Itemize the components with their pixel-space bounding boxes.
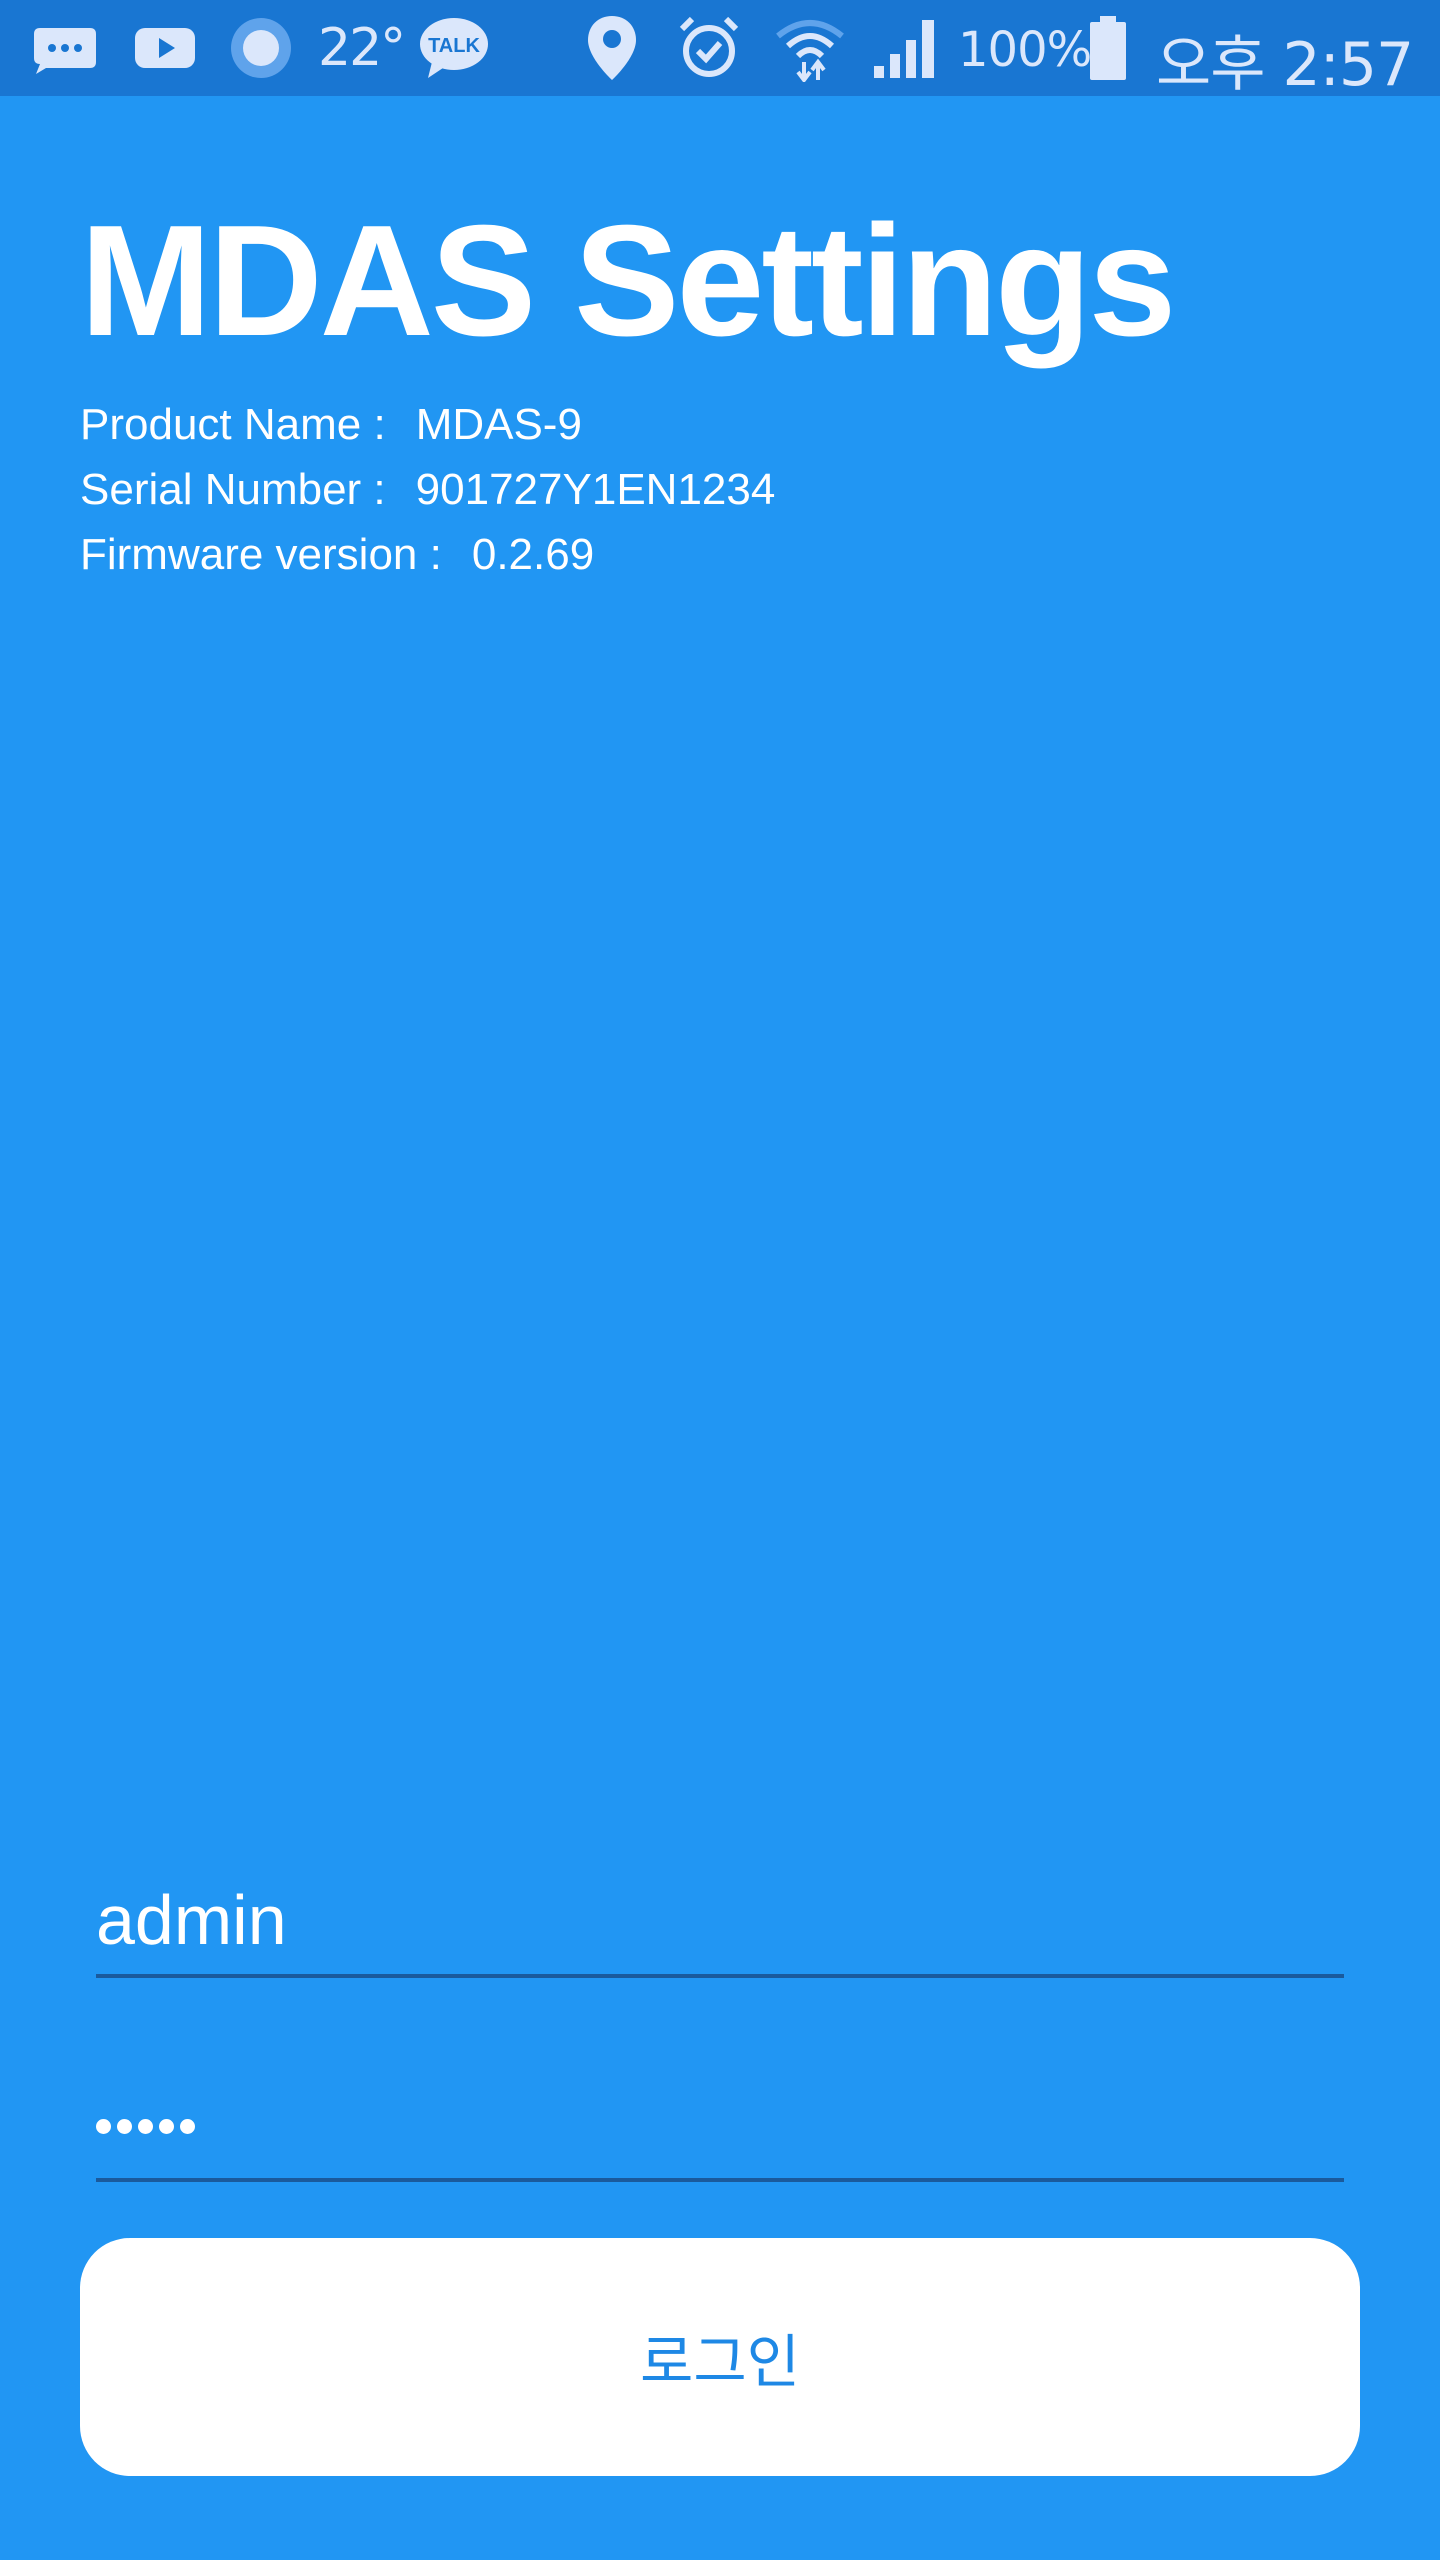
- password-mask-dot: [159, 2118, 174, 2134]
- chat-bubble-icon: [30, 0, 100, 96]
- login-button[interactable]: 로그인: [80, 2238, 1360, 2476]
- temperature-text: 22°: [318, 18, 406, 78]
- password-dots: [96, 2074, 1344, 2178]
- clock-text: 오후 2:57: [1156, 30, 1414, 100]
- product-name-label: Product Name :: [80, 400, 386, 449]
- password-mask-dot: [117, 2118, 132, 2134]
- password-mask-dot: [96, 2118, 111, 2134]
- serial-number-value: 901727Y1EN1234: [415, 465, 776, 514]
- cell-signal-icon: [870, 0, 942, 96]
- kakaotalk-icon: TALK: [416, 0, 492, 96]
- serial-number-label: Serial Number :: [80, 465, 386, 514]
- battery-percent: 100%: [958, 22, 1092, 78]
- device-info-list: Product Name : MDAS-9 Serial Number : 9017…: [80, 392, 775, 587]
- username-value: admin: [96, 1881, 287, 1959]
- location-pin-icon: [580, 0, 644, 96]
- password-mask-dot: [180, 2118, 195, 2134]
- password-mask-dot: [138, 2118, 153, 2134]
- login-button-label: 로그인: [639, 2328, 801, 2396]
- firmware-version-label: Firmware version :: [80, 530, 442, 579]
- wifi-icon: [772, 0, 848, 96]
- firmware-version-row: Firmware version : 0.2.69: [80, 522, 775, 587]
- status-bar: 22° TALK 100% 오후 2:57: [0, 0, 1440, 100]
- product-name-row: Product Name : MDAS-9: [80, 392, 775, 457]
- alarm-icon: [674, 0, 744, 96]
- circle-dot-icon: [226, 0, 296, 96]
- product-name-value: MDAS-9: [415, 400, 582, 449]
- password-field[interactable]: [96, 2074, 1344, 2182]
- firmware-version-value: 0.2.69: [471, 530, 595, 579]
- username-field[interactable]: admin: [96, 1870, 1344, 1978]
- battery-icon: [1086, 0, 1130, 96]
- talk-label: TALK: [428, 35, 480, 57]
- serial-number-row: Serial Number : 901727Y1EN1234: [80, 457, 775, 522]
- youtube-icon: [130, 0, 200, 96]
- page-title: MDAS Settings: [80, 193, 1176, 369]
